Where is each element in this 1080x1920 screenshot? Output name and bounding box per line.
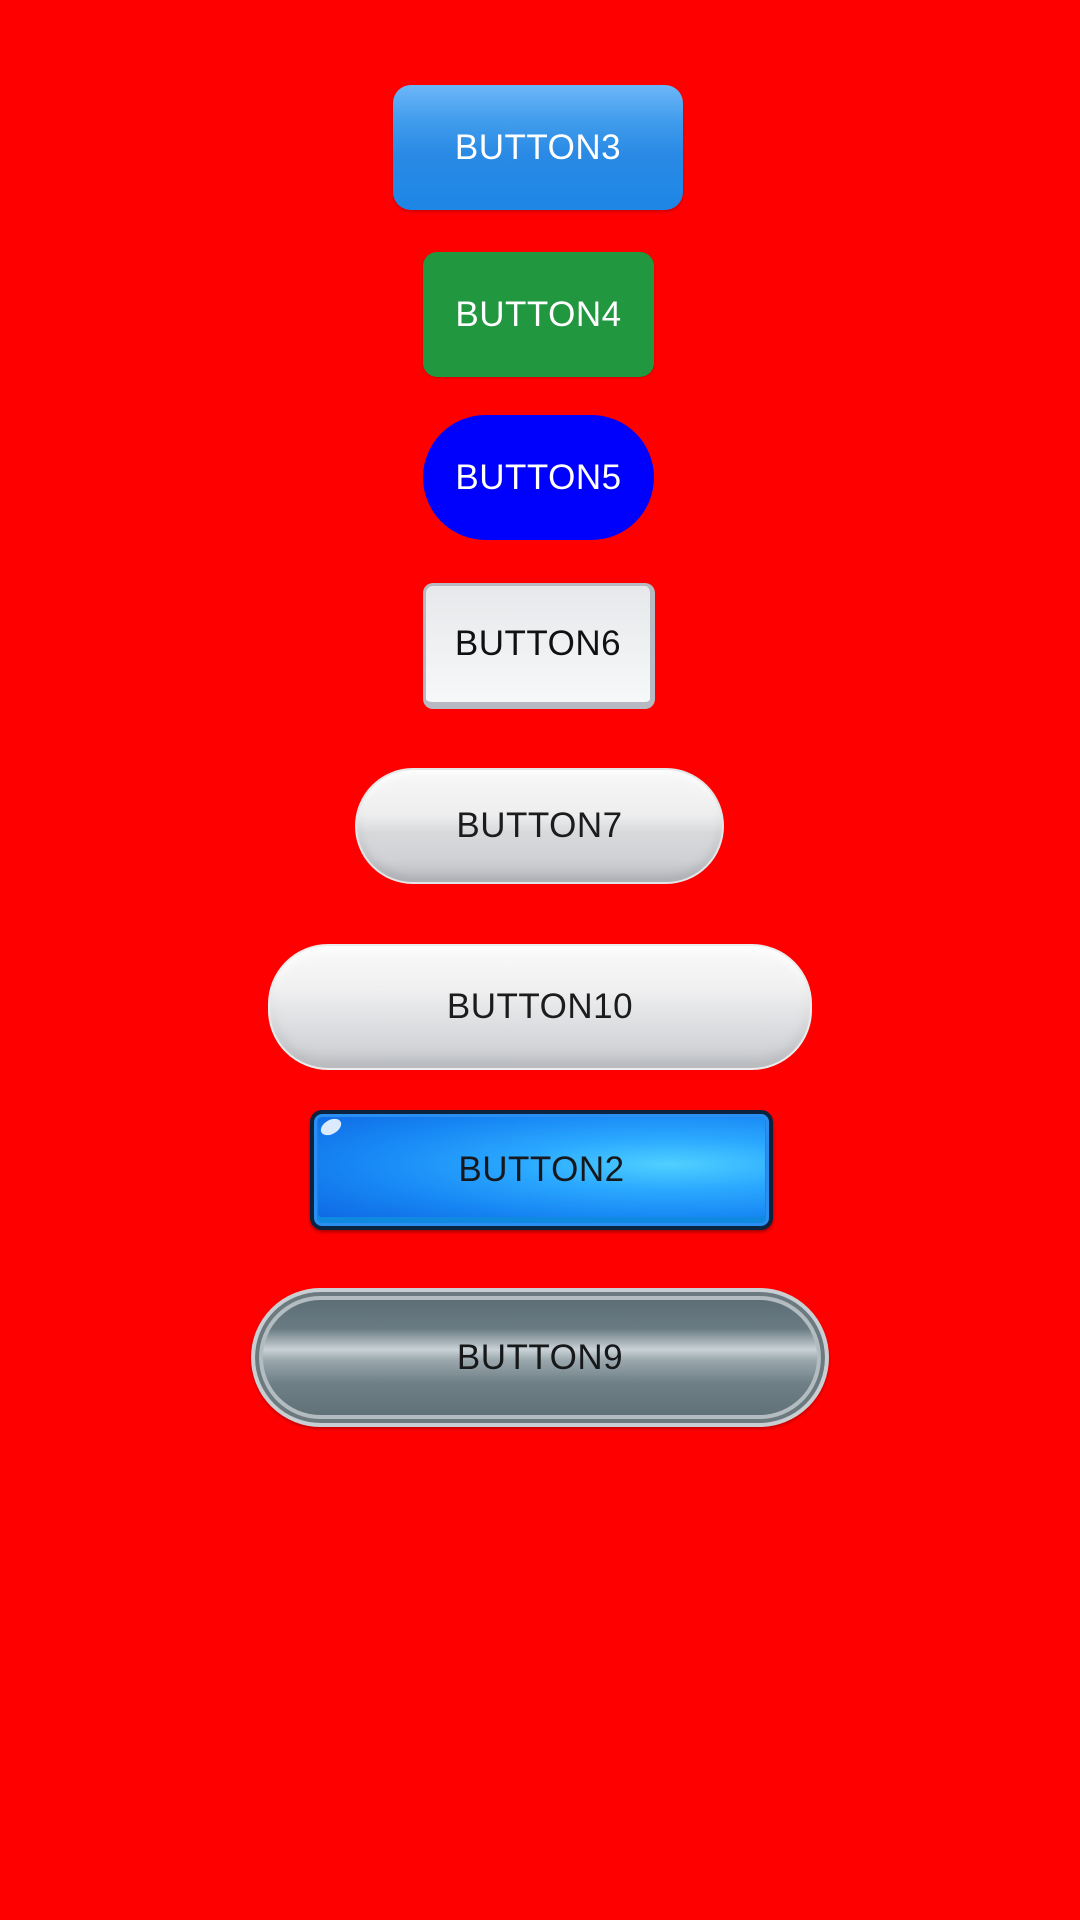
button7-label: BUTTON7 xyxy=(456,806,623,845)
button6[interactable]: BUTTON6 xyxy=(423,583,655,709)
button5-label: BUTTON5 xyxy=(455,457,622,497)
button4-label: BUTTON4 xyxy=(455,294,622,334)
button2[interactable]: BUTTON2 xyxy=(310,1110,773,1230)
button5[interactable]: BUTTON5 xyxy=(423,415,654,540)
button9-label: BUTTON9 xyxy=(456,1337,624,1377)
button10-label: BUTTON10 xyxy=(446,987,634,1026)
button9[interactable]: BUTTON9 xyxy=(251,1288,829,1427)
button3-label: BUTTON3 xyxy=(454,127,622,167)
button3[interactable]: BUTTON3 xyxy=(393,85,683,210)
button2-label: BUTTON2 xyxy=(458,1150,625,1189)
button10[interactable]: BUTTON10 xyxy=(268,944,812,1070)
button6-label: BUTTON6 xyxy=(454,624,622,663)
button4[interactable]: BUTTON4 xyxy=(423,252,654,377)
button7[interactable]: BUTTON7 xyxy=(355,768,724,884)
